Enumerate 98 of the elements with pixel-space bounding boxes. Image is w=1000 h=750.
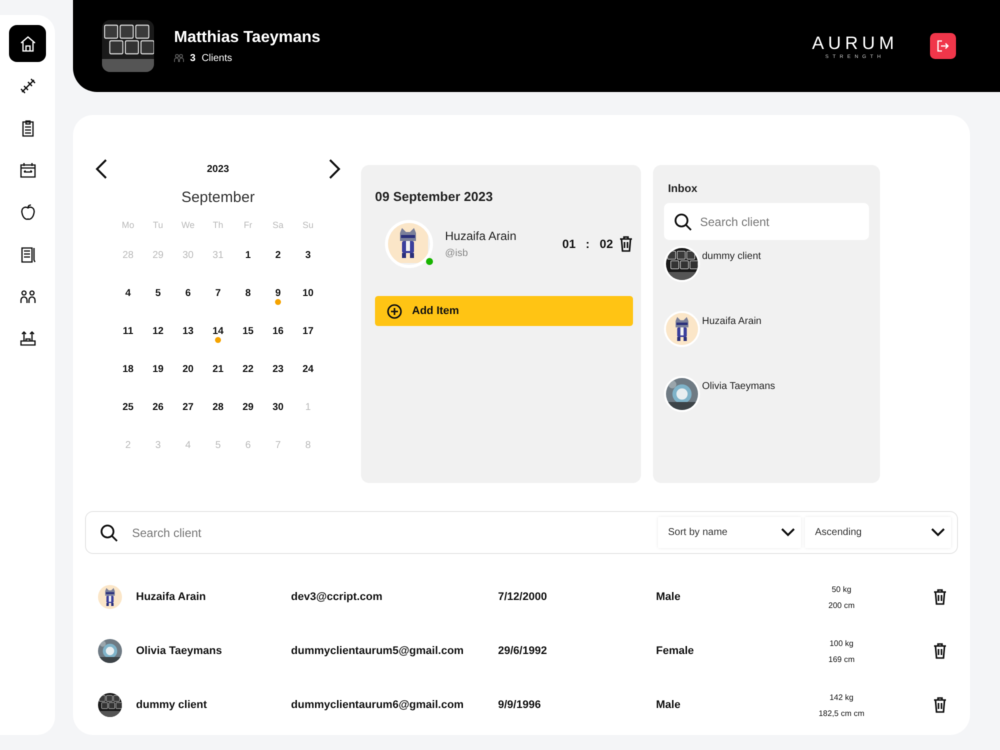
weekday-label: Su xyxy=(301,220,314,230)
calendar-day[interactable]: 2 xyxy=(275,248,281,262)
calendar-day[interactable]: 23 xyxy=(272,362,284,376)
client-name: dummy client xyxy=(136,699,208,711)
calendar-day[interactable]: 15 xyxy=(242,324,254,338)
home-icon xyxy=(18,34,36,52)
client-count: 3 xyxy=(190,52,196,64)
calendar-icon xyxy=(18,160,36,178)
calendar-day[interactable]: 9 xyxy=(275,286,281,300)
calendar-day[interactable]: 8 xyxy=(245,286,251,300)
chevron-left-icon xyxy=(95,159,107,179)
calendar-day[interactable]: 22 xyxy=(242,362,254,376)
checklist-icon xyxy=(18,244,36,262)
birth-date-cell-text: 7/12/2000 xyxy=(498,591,548,603)
client-handle: @isb xyxy=(445,248,469,259)
calendar-day[interactable]: 12 xyxy=(152,324,164,338)
calendar-day[interactable]: 25 xyxy=(122,400,134,414)
minutes-value: 02 xyxy=(600,237,613,251)
calendar-day[interactable]: 19 xyxy=(152,362,164,376)
client-name: Olivia Taeymans xyxy=(136,645,224,657)
calendar-year: 2023 xyxy=(206,164,230,174)
calendar-day[interactable]: 7 xyxy=(215,286,221,300)
trash-icon[interactable] xyxy=(619,236,633,252)
plus-circle-icon xyxy=(387,304,402,318)
chevron-down-icon xyxy=(781,528,795,537)
calendar-day[interactable]: 24 xyxy=(302,362,314,376)
calendar-day[interactable]: 11 xyxy=(122,324,134,338)
weekday-label: Mo xyxy=(120,220,136,230)
order-dropdown[interactable]: Ascending xyxy=(805,517,951,548)
calendar-day[interactable]: 10 xyxy=(302,286,314,300)
client-name: Huzaifa Arain xyxy=(136,591,207,603)
calendar-day[interactable]: 13 xyxy=(182,324,194,338)
height-value: 200 cm xyxy=(828,600,855,610)
calendar-day[interactable]: 20 xyxy=(182,362,194,376)
calendar-day[interactable]: 27 xyxy=(182,400,194,414)
client-name[interactable]: dummy client xyxy=(702,251,761,262)
email-cell-text: dev3@ccript.com xyxy=(291,591,384,603)
logout-button[interactable] xyxy=(930,33,956,59)
height-value: 182,5 cm cm xyxy=(818,708,864,718)
calendar-day[interactable]: 29 xyxy=(242,400,254,414)
calendar-day[interactable]: 21 xyxy=(212,362,224,376)
calendar-day[interactable]: 3 xyxy=(305,248,311,262)
email-cell-text: dummyclientaurum6@gmail.com xyxy=(291,699,465,711)
client-name[interactable]: Huzaifa Arain xyxy=(702,316,762,327)
people-icon xyxy=(174,54,184,62)
apple-icon xyxy=(18,202,36,220)
gender-cell-text: Female xyxy=(656,645,695,657)
client-name[interactable]: Olivia Taeymans xyxy=(702,381,776,392)
weight-value: 50 kg xyxy=(832,584,852,594)
weekday-label: Th xyxy=(212,220,224,230)
weekday-label: Tu xyxy=(152,220,164,230)
height-value: 169 cm xyxy=(828,654,855,664)
weekday-label: Sa xyxy=(271,220,284,230)
weekday-label: We xyxy=(180,220,196,230)
calendar-day[interactable]: 18 xyxy=(122,362,134,376)
profile-name: Matthias Taeymans xyxy=(174,28,320,46)
add-item-button[interactable]: Add Item xyxy=(375,296,633,326)
calendar-day[interactable]: 26 xyxy=(152,400,164,414)
gender-cell-text: Male xyxy=(656,699,682,711)
calendar-day[interactable]: 17 xyxy=(302,324,314,338)
search-field[interactable]: Search client xyxy=(130,524,434,540)
chevron-down-icon xyxy=(931,528,945,537)
logout-icon xyxy=(937,40,949,52)
calendar-day[interactable]: 4 xyxy=(125,286,131,300)
search-icon xyxy=(100,524,118,542)
calendar-day[interactable]: 28 xyxy=(212,400,224,414)
weight-value: 142 kg xyxy=(829,692,854,702)
previous-month-button[interactable] xyxy=(93,157,109,181)
search-field[interactable]: Search client xyxy=(664,203,869,240)
time-separator: : xyxy=(586,237,590,251)
calendar-day[interactable]: 1 xyxy=(245,248,251,262)
trash-icon[interactable] xyxy=(933,589,947,605)
nav-button[interactable] xyxy=(9,25,46,62)
search-icon xyxy=(674,213,692,231)
weight-value: 100 kg xyxy=(829,638,854,648)
sort-dropdown[interactable]: Sort by name xyxy=(658,517,801,548)
trash-icon[interactable] xyxy=(933,697,947,713)
hours-value: 01 xyxy=(562,237,576,251)
calendar-day[interactable]: 6 xyxy=(185,286,191,300)
inbox-title: Inbox xyxy=(668,183,698,195)
calendar-day[interactable]: 16 xyxy=(272,324,284,338)
calendar-day[interactable]: 5 xyxy=(155,286,161,300)
trash-icon[interactable] xyxy=(933,643,947,659)
clients-label: Clients xyxy=(202,52,232,64)
birth-date-cell-text: 29/6/1992 xyxy=(498,645,548,657)
calendar-day[interactable]: 14 xyxy=(212,324,224,338)
selected-date: 09 September 2023 xyxy=(375,189,494,204)
chevron-right-icon xyxy=(329,159,341,179)
client-name: Huzaifa Arain xyxy=(445,229,516,243)
next-month-button[interactable] xyxy=(327,157,343,181)
logo-text: AURUM xyxy=(812,32,898,54)
calendar-day[interactable]: 30 xyxy=(272,400,284,414)
birth-date-cell-text: 9/9/1996 xyxy=(498,699,542,711)
dumbbell-icon xyxy=(18,76,36,94)
gender-cell-text: Male xyxy=(656,591,682,603)
calendar-month: September xyxy=(180,189,256,206)
email-cell-text: dummyclientaurum5@gmail.com xyxy=(291,645,465,657)
weekday-label: Fr xyxy=(242,220,254,230)
